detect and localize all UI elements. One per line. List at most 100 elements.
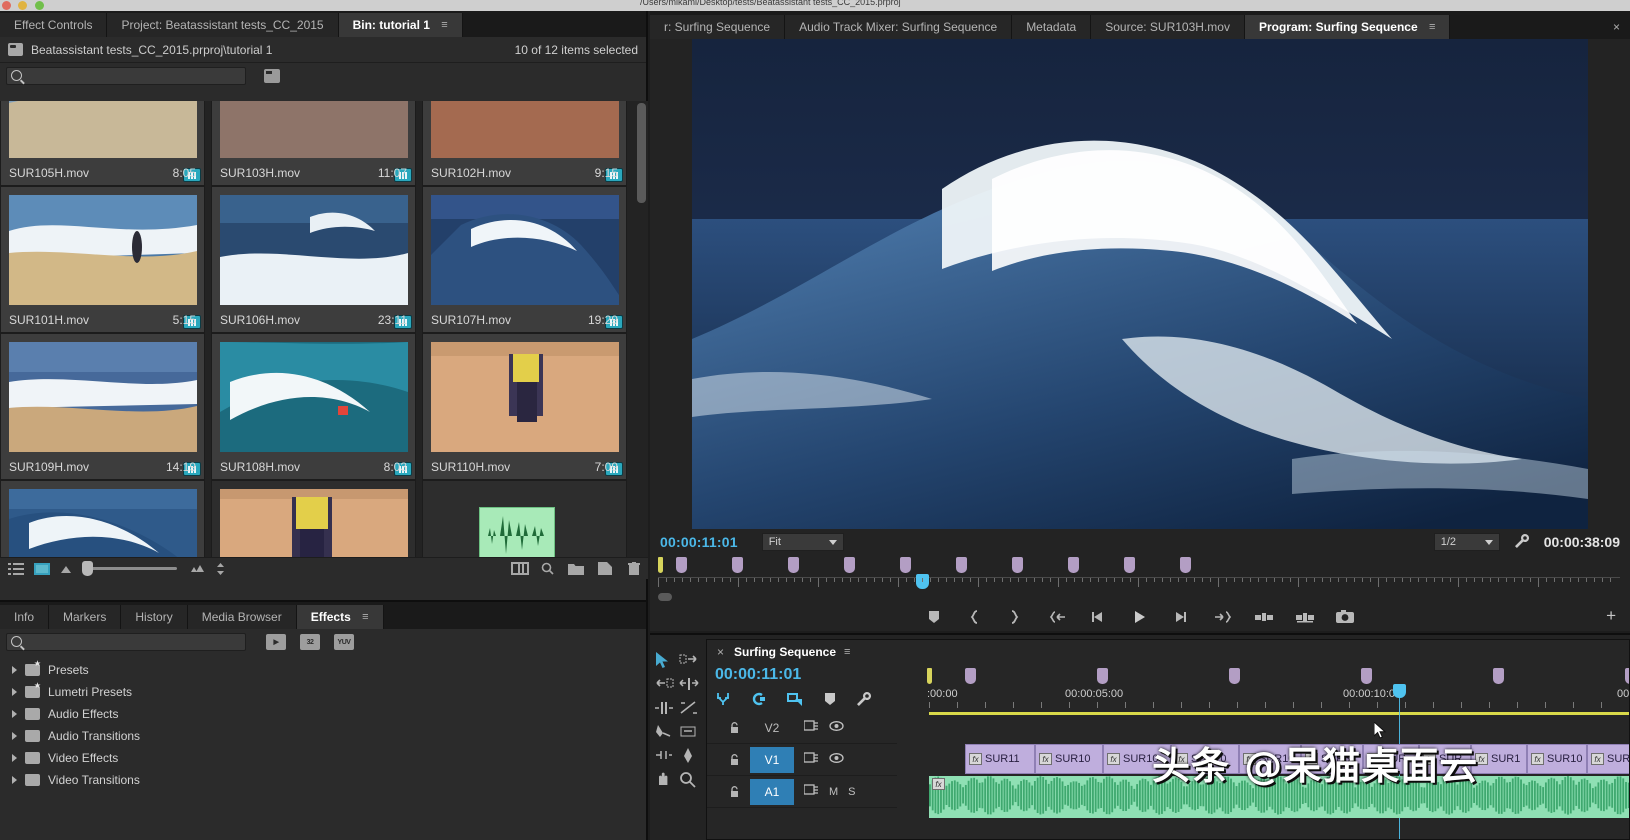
add-marker-icon[interactable] bbox=[926, 609, 944, 625]
work-area-bar[interactable] bbox=[929, 712, 1629, 715]
lock-icon[interactable] bbox=[729, 721, 740, 734]
tab-history[interactable]: History bbox=[121, 605, 188, 629]
tab-source-monitor[interactable]: Source: SUR103H.mov bbox=[1091, 15, 1245, 39]
thumbnail-zoom-slider[interactable] bbox=[82, 561, 177, 576]
timeline-playhead-timecode[interactable]: 00:00:11:01 bbox=[715, 666, 801, 684]
work-area-marker[interactable] bbox=[658, 557, 663, 573]
project-item[interactable]: SUR107H.mov 19:29 bbox=[422, 186, 627, 333]
track-headers[interactable]: V2 V1 A1 M S bbox=[707, 712, 897, 839]
timeline-time-ruler[interactable]: :00:0000:00:05:0000:00:10:0000:00:1 bbox=[897, 688, 1629, 714]
mute-track-button[interactable]: M bbox=[829, 786, 838, 798]
step-back-icon[interactable] bbox=[1090, 609, 1108, 625]
tab-metadata[interactable]: Metadata bbox=[1012, 15, 1092, 39]
program-marker[interactable] bbox=[1012, 557, 1023, 573]
effects-tree[interactable]: Presets Lumetri Presets Audio Effects Audio… bbox=[0, 655, 646, 791]
tab-media-browser[interactable]: Media Browser bbox=[187, 605, 297, 629]
mark-out-icon[interactable] bbox=[1008, 609, 1026, 625]
window-minimize-button[interactable] bbox=[18, 1, 28, 10]
tab-info[interactable]: Info bbox=[0, 605, 50, 629]
32bit-color-icon[interactable]: 32 bbox=[300, 634, 320, 650]
timeline-settings-icon[interactable] bbox=[856, 691, 872, 710]
tab-effects-sequence[interactable]: r: Surfing Sequence bbox=[650, 15, 786, 39]
track-header-a1[interactable]: A1 M S bbox=[707, 776, 897, 808]
delete-icon[interactable] bbox=[628, 561, 640, 576]
track-target-v1[interactable]: V1 bbox=[750, 746, 794, 773]
track-header-v2[interactable]: V2 bbox=[707, 712, 897, 744]
tab-effect-controls[interactable]: Effect Controls bbox=[0, 13, 108, 37]
chevron-right-icon[interactable] bbox=[12, 776, 17, 784]
tab-bin-tutorial-1[interactable]: Bin: tutorial 1 ≡ bbox=[338, 13, 463, 37]
timeline-marker[interactable] bbox=[1097, 668, 1108, 684]
effects-tree-item[interactable]: Video Transitions bbox=[0, 769, 646, 791]
close-icon[interactable]: × bbox=[1603, 15, 1630, 39]
eye-icon[interactable] bbox=[829, 720, 844, 735]
program-marker[interactable] bbox=[844, 557, 855, 573]
program-panel-menu-icon[interactable]: ≡ bbox=[1429, 15, 1435, 39]
program-marker[interactable] bbox=[900, 557, 911, 573]
pen-tool-icon[interactable] bbox=[679, 747, 699, 765]
extract-icon[interactable] bbox=[1295, 609, 1314, 625]
rolling-edit-icon[interactable] bbox=[654, 699, 674, 717]
program-marker[interactable] bbox=[788, 557, 799, 573]
wrench-icon[interactable] bbox=[1514, 533, 1530, 552]
sync-icon[interactable] bbox=[803, 720, 819, 735]
tab-markers[interactable]: Markers bbox=[49, 605, 122, 629]
timeline-panel-menu-icon[interactable]: ≡ bbox=[844, 646, 850, 658]
new-bin-icon-toolbar[interactable] bbox=[568, 562, 584, 576]
slide-tool-icon[interactable] bbox=[654, 747, 674, 765]
track-select-forward-icon[interactable] bbox=[679, 651, 699, 669]
timeline-marker[interactable] bbox=[1493, 668, 1504, 684]
play-stop-icon[interactable] bbox=[1131, 609, 1149, 625]
timeline-marker[interactable] bbox=[1625, 668, 1629, 684]
lock-icon[interactable] bbox=[729, 753, 740, 766]
project-thumbnail-grid[interactable]: SUR105H.mov 8:05 SUR103H.mov 11:07 SUR102H.m… bbox=[0, 101, 648, 579]
program-marker[interactable] bbox=[956, 557, 967, 573]
timeline-video-clip[interactable]: fxSUR10 bbox=[1587, 744, 1629, 774]
track-target-v2[interactable]: V2 bbox=[750, 715, 794, 741]
markers-icon[interactable] bbox=[787, 691, 804, 710]
project-vertical-scrollbar[interactable] bbox=[637, 103, 646, 203]
effects-search-input[interactable] bbox=[6, 633, 246, 651]
project-item[interactable]: SUR110H.mov 7:09 bbox=[422, 333, 627, 480]
linked-selection-icon[interactable] bbox=[751, 691, 767, 710]
icon-view-icon[interactable] bbox=[34, 562, 50, 576]
track-select-backward-icon[interactable] bbox=[654, 675, 674, 693]
project-item[interactable]: SUR106H.mov 23:11 bbox=[211, 186, 416, 333]
timeline-video-clip[interactable]: fx SUR11 bbox=[965, 744, 1035, 774]
chevron-right-icon[interactable] bbox=[12, 710, 17, 718]
project-item[interactable]: SUR103H.mov 11:07 bbox=[211, 101, 416, 186]
timeline-marker[interactable] bbox=[1229, 668, 1240, 684]
track-header-v1[interactable]: V1 bbox=[707, 744, 897, 776]
panel-menu-icon[interactable]: ≡ bbox=[441, 13, 447, 37]
go-to-in-icon[interactable] bbox=[1049, 609, 1067, 625]
effects-tree-item[interactable]: Audio Effects bbox=[0, 703, 646, 725]
timeline-marker[interactable] bbox=[1361, 668, 1372, 684]
hand-tool-icon[interactable] bbox=[654, 771, 674, 789]
effects-tree-item[interactable]: Video Effects bbox=[0, 747, 646, 769]
timeline-video-clip[interactable]: fxSUR10 bbox=[1527, 744, 1587, 774]
solo-track-button[interactable]: S bbox=[848, 786, 855, 798]
tab-program-monitor[interactable]: Program: Surfing Sequence ≡ bbox=[1244, 15, 1451, 39]
new-bin-icon[interactable] bbox=[264, 69, 280, 83]
marker-icon[interactable] bbox=[824, 691, 836, 710]
zoom-slider-handle[interactable] bbox=[82, 561, 93, 576]
effects-tree-item[interactable]: Presets bbox=[0, 659, 646, 681]
selection-tool-icon[interactable] bbox=[654, 651, 674, 669]
program-marker[interactable] bbox=[1180, 557, 1191, 573]
program-marker[interactable] bbox=[676, 557, 687, 573]
program-marker[interactable] bbox=[1068, 557, 1079, 573]
window-maximize-button[interactable] bbox=[34, 1, 44, 10]
project-item[interactable]: SUR105H.mov 8:05 bbox=[0, 101, 205, 186]
zoom-in-icon[interactable] bbox=[187, 562, 205, 576]
eye-icon[interactable] bbox=[829, 752, 844, 767]
program-monitor-video[interactable] bbox=[692, 39, 1588, 529]
chevron-right-icon[interactable] bbox=[12, 754, 17, 762]
project-item[interactable]: SUR108H.mov 8:03 bbox=[211, 333, 416, 480]
accelerated-effects-icon[interactable]: ▶ bbox=[266, 634, 286, 650]
rate-stretch-icon[interactable] bbox=[679, 699, 699, 717]
button-editor-icon[interactable]: + bbox=[1606, 607, 1616, 624]
tab-audio-track-mixer[interactable]: Audio Track Mixer: Surfing Sequence bbox=[785, 15, 1013, 39]
timeline-video-clip[interactable]: fxSUR10 bbox=[1035, 744, 1103, 774]
export-frame-icon[interactable] bbox=[1336, 609, 1354, 625]
ripple-edit-icon[interactable] bbox=[679, 675, 699, 693]
